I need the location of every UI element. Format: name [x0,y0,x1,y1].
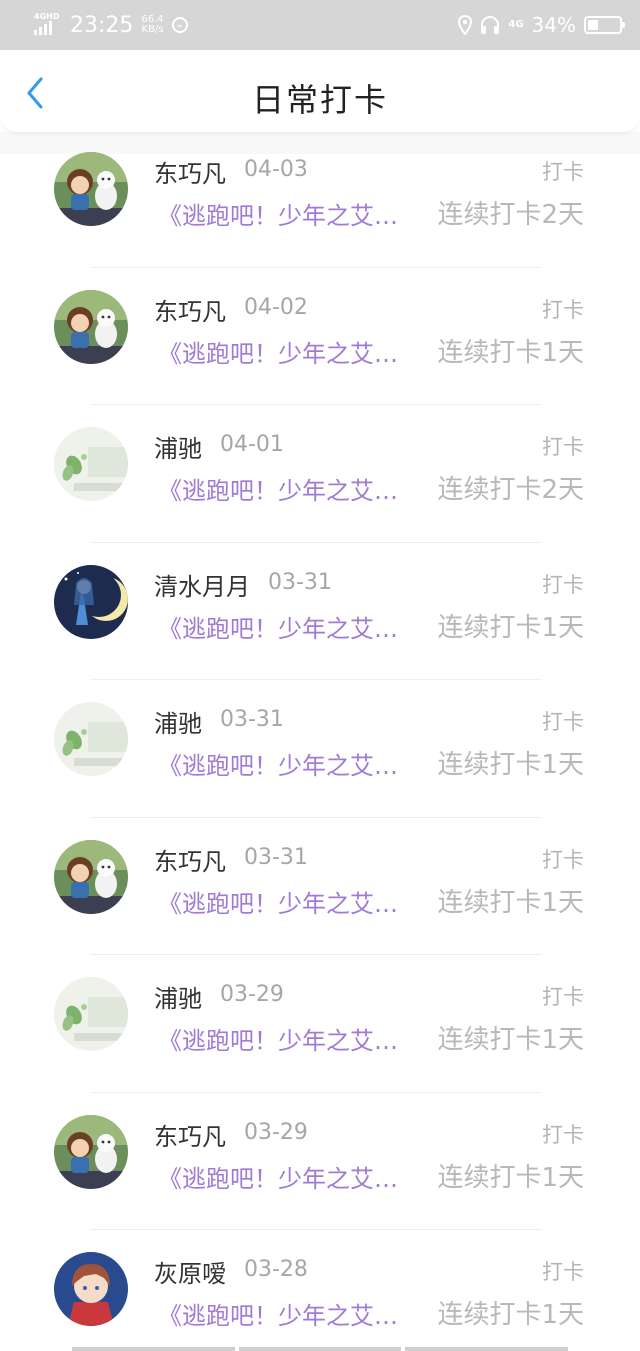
headphones-icon [481,16,500,34]
checkin-tag: 打卡 [542,1260,584,1284]
user-name: 东巧凡 [154,847,226,876]
checkin-list: 东巧凡 04-03 打卡 《逃跑吧！少年之艾… 连续打卡2天 东巧凡 04-02 打卡 《逃跑… [0,132,640,1351]
user-name: 浦驰 [154,710,202,738]
book-title-link[interactable]: 《逃跑吧！少年之艾… [158,884,398,919]
streak-text: 连续打卡1天 [437,887,584,918]
user-name: 浦驰 [154,985,202,1013]
cell-signal-icon: 4GHD [34,13,62,37]
avatar[interactable] [54,289,128,364]
streak-text: 连续打卡1天 [437,612,584,643]
vpn-icon: ⌁ [171,17,188,33]
status-time: 23:25 [70,12,134,38]
book-title-link[interactable]: 《逃跑吧！少年之艾… [158,1021,398,1056]
list-item[interactable]: 清水月月 03-31 打卡《逃跑吧！少年之艾… 连续打卡1天 [0,543,640,680]
book-title-link[interactable]: 《逃跑吧！少年之艾… [158,746,398,781]
list-item[interactable]: 东巧凡 04-03 打卡《逃跑吧！少年之艾… 连续打卡2天 [0,132,640,268]
network-speed: 66.4 KB/s [141,15,163,35]
avatar[interactable] [54,564,128,639]
user-name: 东巧凡 [154,297,226,326]
header-bar: 日常打卡 [0,50,640,132]
bottom-tab-hint [72,1347,569,1351]
checkin-date: 03-31 [220,707,284,732]
streak-text: 连续打卡2天 [437,200,584,230]
checkin-tag: 打卡 [542,435,584,459]
checkin-tag: 打卡 [542,572,584,597]
book-title-link[interactable]: 《逃跑吧！少年之艾… [158,334,398,369]
book-title-link[interactable]: 《逃跑吧！少年之艾… [158,609,398,644]
streak-text: 连续打卡1天 [437,1025,584,1055]
streak-text: 连续打卡1天 [437,1162,584,1193]
book-title-link[interactable]: 《逃跑吧！少年之艾… [158,196,398,231]
list-item[interactable]: 浦驰 03-31 打卡《逃跑吧！少年之艾… 连续打卡1天 [0,680,640,818]
list-item[interactable]: 浦驰 04-01 打卡《逃跑吧！少年之艾… 连续打卡2天 [0,405,640,543]
checkin-date: 04-03 [244,157,308,182]
list-item[interactable]: 灰原嗳 03-28 打卡《逃跑吧！少年之艾… 连续打卡1天 [0,1230,640,1351]
battery-icon [584,16,625,34]
user-name: 东巧凡 [154,160,226,188]
book-title-link[interactable]: 《逃跑吧！少年之艾… [158,471,398,506]
checkin-tag: 打卡 [542,1122,584,1147]
battery-percent: 34% [531,13,576,37]
list-item[interactable]: 东巧凡 04-02 打卡《逃跑吧！少年之艾… 连续打卡1天 [0,268,640,405]
user-name: 浦驰 [154,435,202,463]
avatar[interactable] [54,1252,128,1326]
location-icon [458,15,473,35]
streak-text: 连续打卡1天 [437,750,584,780]
page-title: 日常打卡 [251,81,388,119]
avatar[interactable] [54,839,128,914]
checkin-tag: 打卡 [542,985,584,1009]
checkin-date: 04-01 [220,432,284,457]
checkin-tag: 打卡 [542,710,584,734]
checkin-tag: 打卡 [542,297,584,322]
status-bar: 4GHD 23:25 66.4 KB/s ⌁ 4G 34% [0,0,640,50]
avatar[interactable] [54,977,128,1051]
streak-text: 连续打卡1天 [437,337,584,368]
user-name: 灰原嗳 [154,1260,226,1288]
list-item[interactable]: 东巧凡 03-29 打卡《逃跑吧！少年之艾… 连续打卡1天 [0,1093,640,1230]
speed-unit: KB/s [141,24,164,35]
user-name: 清水月月 [154,572,250,601]
checkin-date: 03-31 [244,844,308,870]
book-title-link[interactable]: 《逃跑吧！少年之艾… [158,1159,398,1194]
network-label: 4GHD [34,12,60,21]
checkin-date: 03-31 [268,569,332,595]
checkin-date: 03-28 [244,1257,308,1282]
streak-text: 连续打卡2天 [437,475,584,505]
book-title-link[interactable]: 《逃跑吧！少年之艾… [158,1296,398,1331]
avatar[interactable] [54,1114,128,1189]
avatar[interactable] [54,152,128,226]
checkin-tag: 打卡 [542,160,584,184]
list-item[interactable]: 东巧凡 03-31 打卡《逃跑吧！少年之艾… 连续打卡1天 [0,818,640,955]
avatar[interactable] [54,702,128,776]
streak-text: 连续打卡1天 [437,1300,584,1330]
battery-level-fill [588,20,599,30]
checkin-date: 04-02 [244,294,308,320]
avatar[interactable] [54,427,128,501]
list-item[interactable]: 浦驰 03-29 打卡《逃跑吧！少年之艾… 连续打卡1天 [0,955,640,1093]
checkin-date: 03-29 [244,1119,308,1145]
checkin-tag: 打卡 [542,847,584,872]
user-name: 东巧凡 [154,1122,226,1151]
net-type: 4G [508,19,524,30]
checkin-date: 03-29 [220,982,284,1007]
